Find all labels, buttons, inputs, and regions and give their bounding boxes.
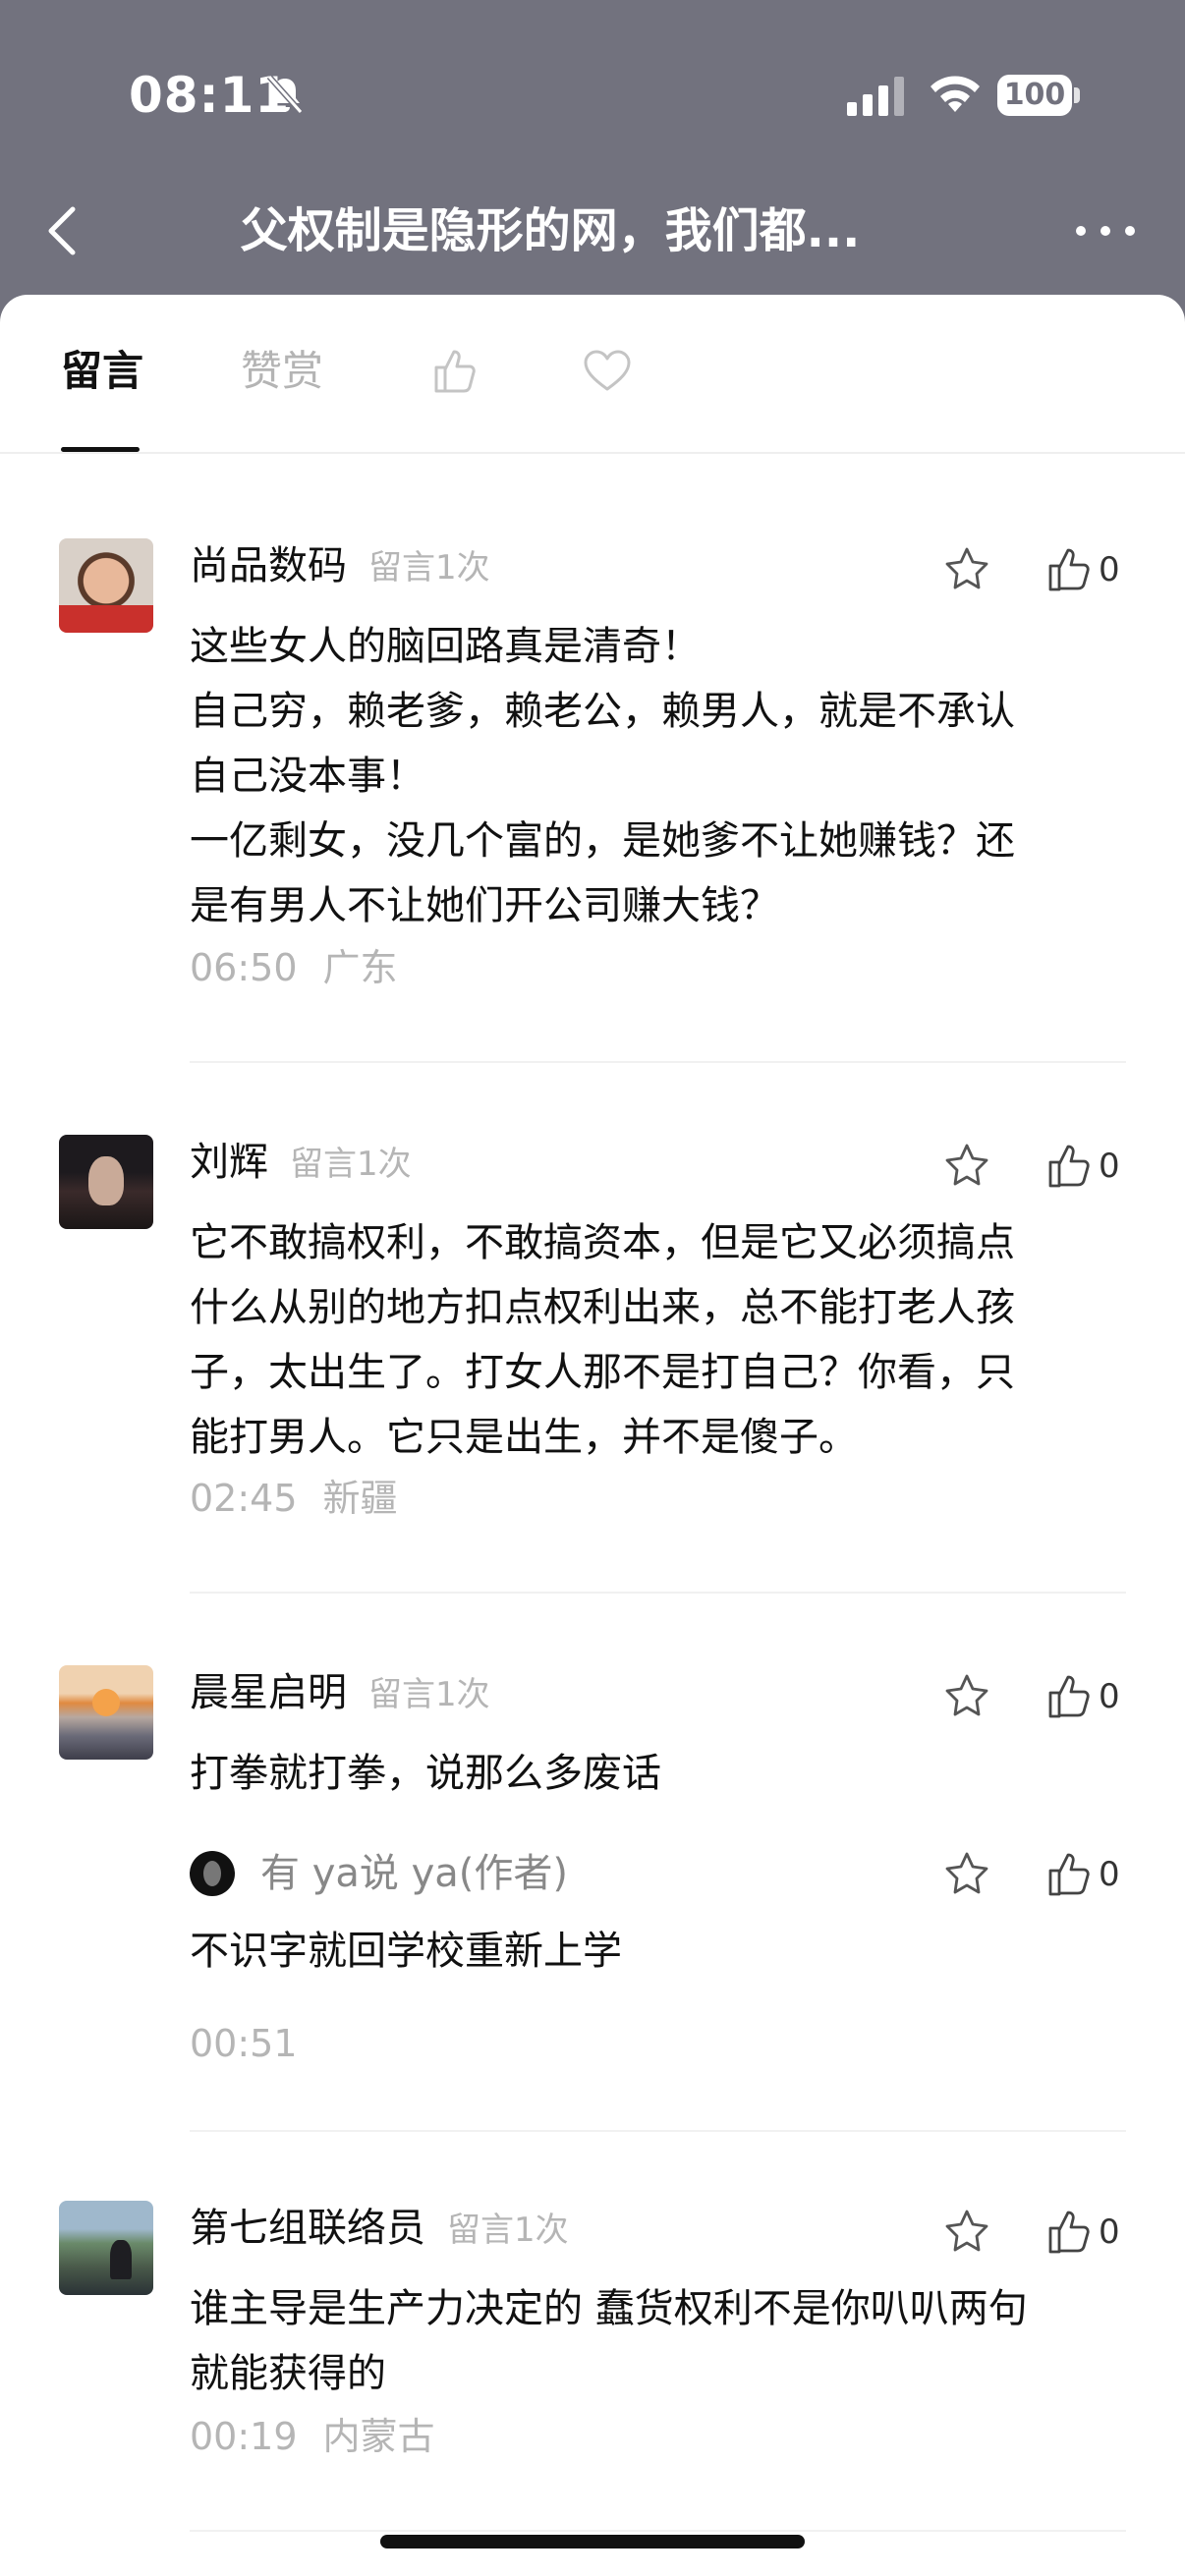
thumbs-up-icon <box>1048 1145 1090 1188</box>
tab-comments[interactable]: 留言 <box>61 344 143 399</box>
comment-meta: 00:51 <box>190 2019 298 2068</box>
comment-text: 打拳就打拳，说那么多废话 <box>190 1751 661 1796</box>
comment-meta: 00:19 内蒙古 <box>190 2412 435 2461</box>
comment-text: 这些女人的脑回路真是清奇！ 自己穷，赖老爹，赖老公，赖男人，就是不承认 自己没本… <box>190 624 1015 928</box>
reply-text: 不识字就回学校重新上学 <box>190 1929 622 1974</box>
like-count: 0 <box>1099 1855 1120 1894</box>
avatar[interactable] <box>59 1665 153 1760</box>
author-name[interactable]: 刘辉 <box>190 1140 268 1185</box>
reply-author[interactable]: 有 ya说 ya(作者) <box>260 1846 568 1901</box>
tab-reward[interactable]: 赞赏 <box>241 344 323 399</box>
like-button[interactable]: 0 <box>1045 1671 1120 1722</box>
comment-count: 留言1次 <box>368 1675 490 1714</box>
comment-count: 留言1次 <box>290 1145 412 1184</box>
comment-location: 广东 <box>322 946 398 989</box>
author-name[interactable]: 晨星启明 <box>190 1670 347 1715</box>
thumbs-up-icon <box>1048 1853 1090 1896</box>
thumbs-up-icon <box>1048 1675 1090 1718</box>
tab-like-icon[interactable] <box>428 344 483 399</box>
star-icon[interactable] <box>941 1141 992 1192</box>
home-indicator[interactable] <box>380 2535 805 2548</box>
tab-heart-icon[interactable] <box>580 344 635 399</box>
comment-text: 谁主导是生产力决定的 蠢货权利不是你叭叭两句 就能获得的 <box>190 2286 1028 2396</box>
like-count: 0 <box>1099 550 1120 589</box>
like-button[interactable]: 0 <box>1045 1141 1120 1192</box>
avatar[interactable] <box>59 1135 153 1229</box>
comment-text: 它不敢搞权利，不敢搞资本，但是它又必须搞点 什么从别的地方扣点权利出来，总不能打… <box>190 1220 1015 1460</box>
tab-bar: 留言 赞赏 ▔▔ ▔▔▔ <box>0 295 1185 454</box>
battery-level: 100 <box>997 75 1072 116</box>
star-icon[interactable] <box>941 544 992 595</box>
star-icon[interactable] <box>941 1849 992 1900</box>
comments-sheet: 留言 赞赏 ▔▔ ▔▔▔ 尚品数码 留言1次 0 这些女人的脑回路真是清奇！ 自己… <box>0 295 1185 2576</box>
comment-author[interactable]: 尚品数码 留言1次 <box>190 538 490 595</box>
status-bar: 08:11 100 <box>0 0 1185 187</box>
bell-muted-icon <box>266 75 304 114</box>
comment-time: 06:50 <box>190 946 298 989</box>
star-icon[interactable] <box>941 1671 992 1722</box>
page-title: 父权制是隐形的网，我们都... <box>240 203 861 258</box>
comment-count: 留言1次 <box>447 2211 569 2250</box>
comment-location: 内蒙古 <box>322 2415 435 2458</box>
reply-avatar[interactable] <box>190 1851 235 1896</box>
back-arrow-icon[interactable] <box>39 201 88 260</box>
comment-location: 新疆 <box>322 1477 398 1520</box>
like-count: 0 <box>1099 2212 1120 2252</box>
comment-author[interactable]: 晨星启明 留言1次 <box>190 1665 490 1722</box>
comment-count: 留言1次 <box>368 548 490 588</box>
comment-author[interactable]: 第七组联络员 留言1次 <box>190 2201 569 2258</box>
comment-time: 02:45 <box>190 1477 298 1520</box>
comment-time: 00:51 <box>190 2022 298 2065</box>
wifi-icon <box>931 76 980 112</box>
avatar[interactable] <box>59 2201 153 2295</box>
like-button[interactable]: 0 <box>1045 1849 1120 1900</box>
avatar[interactable] <box>59 538 153 633</box>
comment-meta: 06:50 广东 <box>190 943 398 992</box>
thumbs-up-icon <box>1048 2211 1090 2254</box>
comment-author[interactable]: 刘辉 留言1次 <box>190 1135 412 1192</box>
author-name[interactable]: 第七组联络员 <box>190 2206 425 2251</box>
more-options-icon[interactable] <box>1071 216 1140 246</box>
thumbs-up-icon <box>1048 548 1090 591</box>
like-count: 0 <box>1099 1147 1120 1186</box>
like-count: 0 <box>1099 1677 1120 1716</box>
active-tab-indicator <box>61 447 140 452</box>
like-button[interactable]: 0 <box>1045 544 1120 595</box>
battery-icon: 100 <box>997 75 1080 116</box>
cellular-signal-icon <box>847 77 904 116</box>
comment-meta: 02:45 新疆 <box>190 1474 398 1523</box>
comment-time: 00:19 <box>190 2415 298 2458</box>
author-name[interactable]: 尚品数码 <box>190 543 347 588</box>
star-icon[interactable] <box>941 2207 992 2258</box>
like-button[interactable]: 0 <box>1045 2207 1120 2258</box>
